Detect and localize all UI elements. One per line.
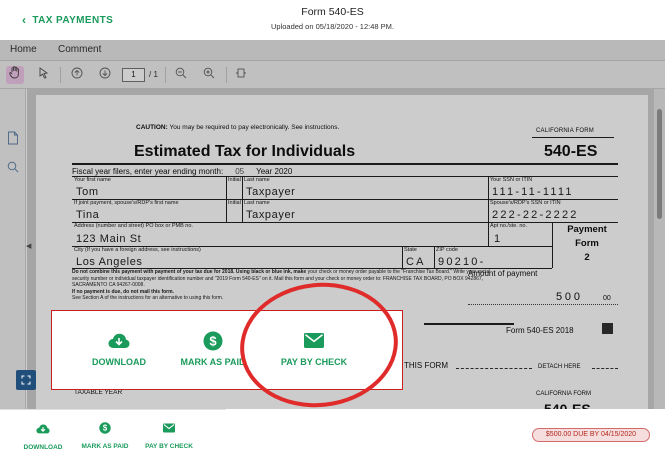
- download-button-small[interactable]: DOWNLOAD: [22, 424, 64, 451]
- document-title: Form 540-ES: [301, 6, 364, 18]
- cloud-download-icon: [108, 333, 130, 348]
- cloud-download-icon: [36, 424, 50, 434]
- mark-as-paid-button-small[interactable]: $ MARK AS PAID: [80, 422, 130, 450]
- download-label: DOWNLOAD: [92, 357, 146, 367]
- download-label-small: DOWNLOAD: [23, 444, 63, 451]
- mark-as-paid-label-small: MARK AS PAID: [81, 443, 129, 450]
- svg-text:$: $: [103, 424, 108, 433]
- upload-timestamp: Uploaded on 05/18/2020 - 12:48 PM.: [270, 22, 394, 31]
- envelope-icon: [163, 423, 175, 433]
- dollar-circle-icon: $: [99, 422, 111, 434]
- due-badge: $500.00 DUE BY 04/15/2020: [532, 428, 650, 442]
- expand-icon: [21, 375, 31, 385]
- bottom-action-bar: DOWNLOAD $ MARK AS PAID PAY BY CHECK: [0, 409, 226, 460]
- download-button[interactable]: DOWNLOAD: [86, 333, 152, 367]
- pay-by-check-button-small[interactable]: PAY BY CHECK: [144, 423, 194, 450]
- svg-text:$: $: [209, 334, 217, 349]
- pay-by-check-label-small: PAY BY CHECK: [145, 443, 193, 450]
- dollar-circle-icon: $: [203, 331, 223, 351]
- page-header: ‹ TAX PAYMENTS Form 540-ES Uploaded on 0…: [0, 0, 665, 40]
- app-root: ‹ TAX PAYMENTS Form 540-ES Uploaded on 0…: [0, 0, 665, 460]
- fullscreen-button[interactable]: [16, 370, 36, 390]
